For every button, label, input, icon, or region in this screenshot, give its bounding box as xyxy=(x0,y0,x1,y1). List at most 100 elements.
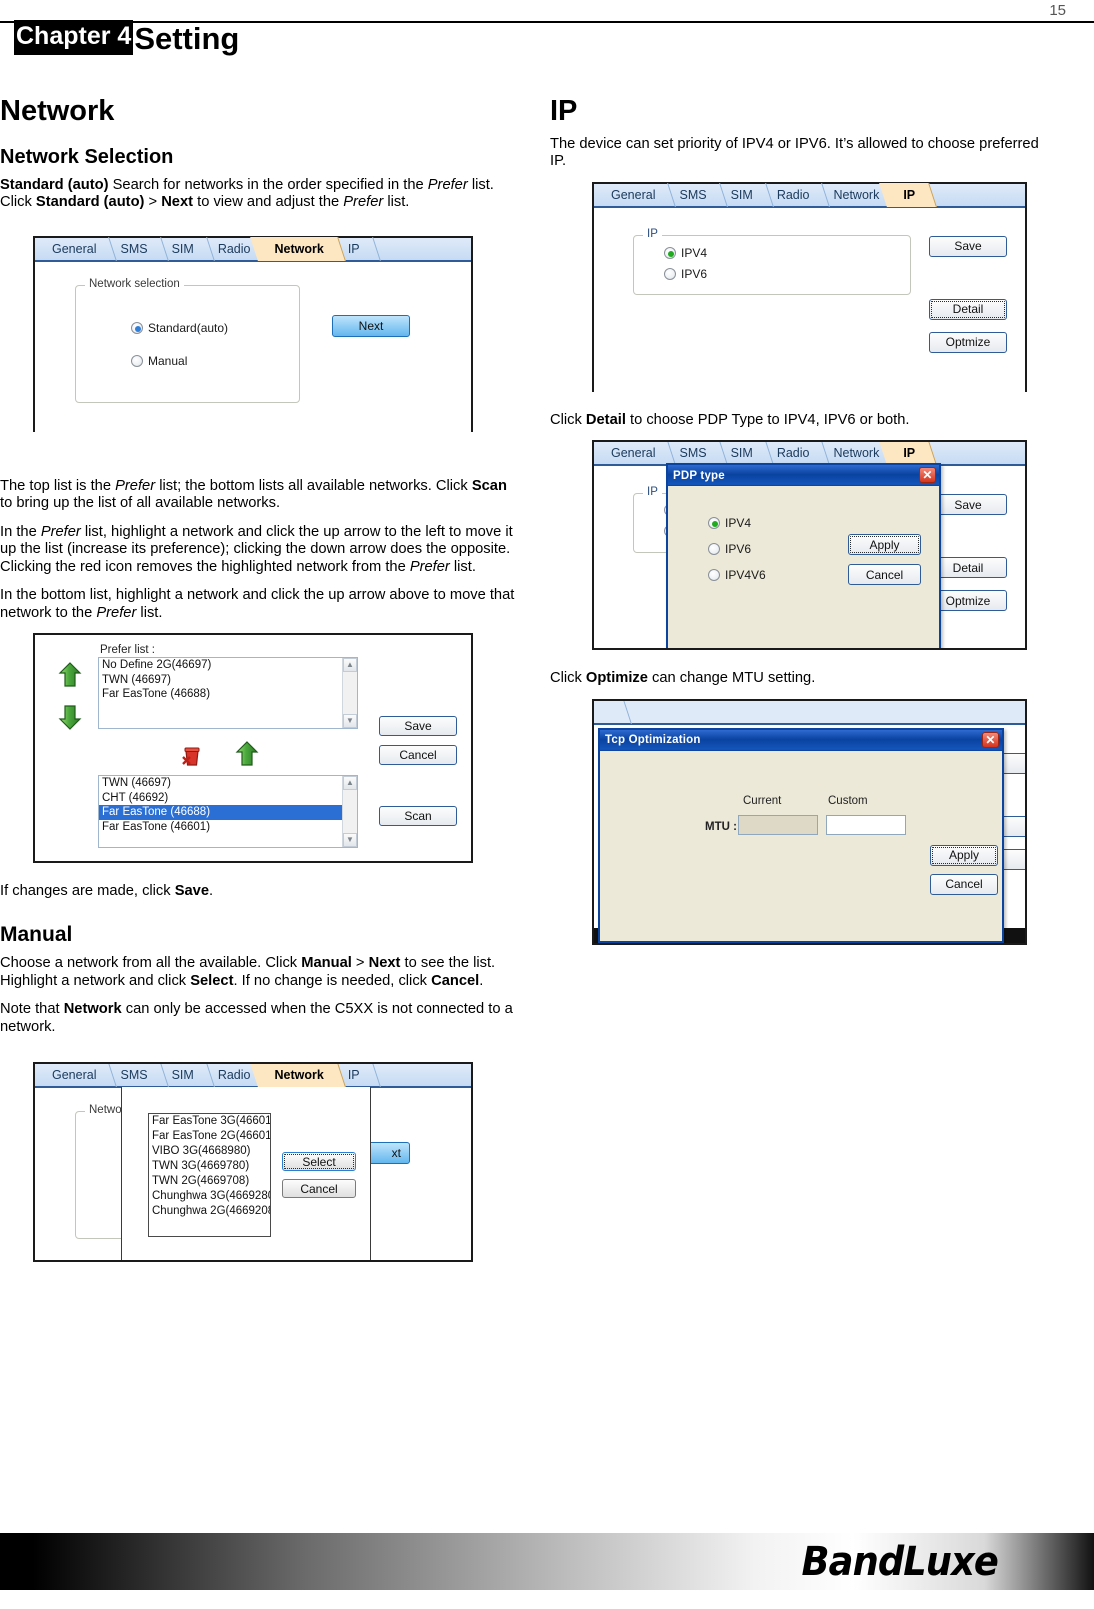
tab-general[interactable]: General xyxy=(39,237,107,261)
list-item-selected[interactable]: Far EasTone (46688) xyxy=(99,805,357,820)
list-item[interactable]: Chunghwa 3G(4669280) xyxy=(149,1189,270,1204)
figure-pdp-type: General SMS SIM Radio Network IP IP Save xyxy=(550,440,1050,656)
text-bold: Standard (auto) xyxy=(0,176,109,193)
tab-sms[interactable]: SMS xyxy=(107,237,158,261)
footer-bar: BandLuxe xyxy=(0,1533,1094,1590)
radio-icon[interactable] xyxy=(708,517,720,530)
radio-icon[interactable] xyxy=(131,321,143,334)
tab-sim[interactable]: SIM xyxy=(159,237,205,261)
tab-sms[interactable]: SMS xyxy=(666,183,717,207)
settings-panel: General SMS SIM Radio Network IP Network… xyxy=(33,235,473,432)
list-item[interactable]: No Define 2G(46697) xyxy=(99,658,357,673)
save-button[interactable]: Save xyxy=(929,235,1007,257)
paragraph-optimize: Click Optimize can change MTU setting. xyxy=(550,670,816,687)
tab-ip[interactable]: IP xyxy=(335,1064,371,1087)
tab-sim[interactable]: SIM xyxy=(718,183,764,207)
scan-button[interactable]: Scan xyxy=(379,806,457,827)
tab-sim[interactable]: SIM xyxy=(718,442,764,465)
tab-sms[interactable]: SMS xyxy=(107,1064,158,1087)
tab-sms[interactable]: SMS xyxy=(666,442,717,465)
tab-sim[interactable]: SIM xyxy=(159,1064,205,1087)
tab-ip[interactable]: IP xyxy=(890,182,927,207)
radio-manual[interactable]: Manual xyxy=(131,354,187,368)
radio-ipv6[interactable]: IPV6 xyxy=(708,542,751,556)
tab-radio[interactable]: Radio xyxy=(764,183,821,207)
scroll-down-icon[interactable]: ▼ xyxy=(343,833,357,848)
list-item[interactable]: TWN (46697) xyxy=(99,673,357,688)
tab-ip[interactable]: IP xyxy=(890,442,927,466)
paragraph-bottom-list: In the bottom list, highlight a network … xyxy=(0,587,515,621)
radio-ipv4v6[interactable]: IPV4V6 xyxy=(708,568,766,582)
arrow-down-icon[interactable] xyxy=(58,704,82,731)
radio-icon[interactable] xyxy=(131,354,143,367)
radio-label: IPV4V6 xyxy=(725,568,766,583)
radio-icon[interactable] xyxy=(664,246,676,259)
groupbox-label: Network selection xyxy=(85,277,184,290)
optimize-button[interactable]: Optmize xyxy=(929,331,1007,353)
list-item[interactable]: Far EasTone (46688) xyxy=(99,687,357,702)
mtu-custom-field[interactable] xyxy=(826,814,906,835)
cancel-button[interactable]: Cancel xyxy=(379,745,457,766)
prefer-listbox[interactable]: No Define 2G(46697) TWN (46697) Far EasT… xyxy=(98,657,358,730)
paragraph-save: If changes are made, click Save. xyxy=(0,883,214,900)
radio-standard-auto[interactable]: Standard(auto) xyxy=(131,321,228,335)
close-icon[interactable]: ✕ xyxy=(919,467,936,484)
groupbox-label: IP xyxy=(643,227,662,240)
detail-button[interactable]: Detail xyxy=(929,298,1007,320)
list-item[interactable]: Far EasTone 3G(4660180 xyxy=(149,1114,270,1129)
list-item[interactable]: TWN 3G(4669780) xyxy=(149,1159,270,1174)
radio-icon[interactable] xyxy=(664,267,676,280)
tab-general[interactable]: General xyxy=(598,183,666,207)
apply-button[interactable]: Apply xyxy=(848,534,921,556)
radio-ipv6[interactable]: IPV6 xyxy=(664,267,707,281)
list-item[interactable]: CHT (46692) xyxy=(99,791,357,806)
close-icon[interactable]: ✕ xyxy=(982,731,999,748)
cancel-button[interactable]: Cancel xyxy=(848,564,921,586)
scrollbar-vertical[interactable]: ▲ ▼ xyxy=(342,776,357,848)
scroll-up-icon[interactable]: ▲ xyxy=(343,658,357,673)
arrow-up-icon[interactable] xyxy=(58,662,82,688)
scrollbar-vertical[interactable]: ▲ ▼ xyxy=(342,658,357,729)
page-title: Setting xyxy=(134,21,240,56)
tab-network[interactable]: Network xyxy=(261,236,335,261)
next-button[interactable]: Next xyxy=(332,314,410,337)
arrow-up-icon[interactable] xyxy=(235,741,259,767)
tab-general[interactable]: General xyxy=(598,442,666,465)
select-button[interactable]: Select xyxy=(282,1152,356,1172)
panel-body: Tcp Optimization ✕ Current Custom MTU : … xyxy=(594,724,1025,943)
cancel-button[interactable]: Cancel xyxy=(282,1179,356,1199)
tab-general[interactable] xyxy=(598,701,622,724)
trash-icon[interactable] xyxy=(179,743,205,774)
apply-button[interactable]: Apply xyxy=(930,844,998,866)
radio-icon[interactable] xyxy=(708,569,720,582)
available-networks-listbox[interactable]: Far EasTone 3G(4660180 Far EasTone 2G(46… xyxy=(148,1113,271,1238)
tab-network[interactable]: Network xyxy=(261,1064,335,1088)
radio-icon[interactable] xyxy=(708,543,720,556)
available-networks-listbox[interactable]: TWN (46697) CHT (46692) Far EasTone (466… xyxy=(98,775,358,849)
radio-ipv4[interactable]: IPV4 xyxy=(664,246,707,260)
tab-general[interactable]: General xyxy=(39,1064,107,1087)
panel-body: IP Save Detail Optmize PDP type ✕ IPV4 I… xyxy=(594,463,1025,649)
list-item[interactable]: Far EasTone 2G(4660108 xyxy=(149,1129,270,1144)
radio-ipv4[interactable]: IPV4 xyxy=(708,516,751,530)
save-button[interactable]: Save xyxy=(379,716,457,737)
list-item[interactable]: TWN (46697) xyxy=(99,776,357,791)
paragraph-manual: Choose a network from all the available.… xyxy=(0,955,496,989)
tab-bar: General SMS SIM Radio Network IP xyxy=(594,182,1025,208)
list-item[interactable]: Chunghwa 2G(4669208) xyxy=(149,1204,270,1219)
tab-radio[interactable]: Radio xyxy=(764,442,821,465)
scroll-down-icon[interactable]: ▼ xyxy=(343,714,357,729)
tab-bar: General SMS SIM Radio Network IP xyxy=(35,236,471,262)
list-item[interactable]: VIBO 3G(4668980) xyxy=(149,1144,270,1159)
settings-panel: General SMS SIM Radio Network IP IP Save xyxy=(592,440,1027,651)
scroll-up-icon[interactable]: ▲ xyxy=(343,776,357,791)
list-item[interactable]: Far EasTone (46601) xyxy=(99,820,357,835)
cancel-button[interactable]: Cancel xyxy=(930,873,998,895)
left-column: Network Network Selection Standard (auto… xyxy=(0,95,520,1284)
radio-label: IPV4 xyxy=(725,516,752,531)
column-header-custom: Custom xyxy=(828,794,868,807)
dialog-title-bar: Tcp Optimization ✕ xyxy=(600,729,1002,751)
figure-manual-select: General SMS SIM Radio Network IP Network… xyxy=(0,1062,520,1270)
tab-ip[interactable]: IP xyxy=(335,237,371,261)
list-item[interactable]: TWN 2G(4669708) xyxy=(149,1174,270,1189)
